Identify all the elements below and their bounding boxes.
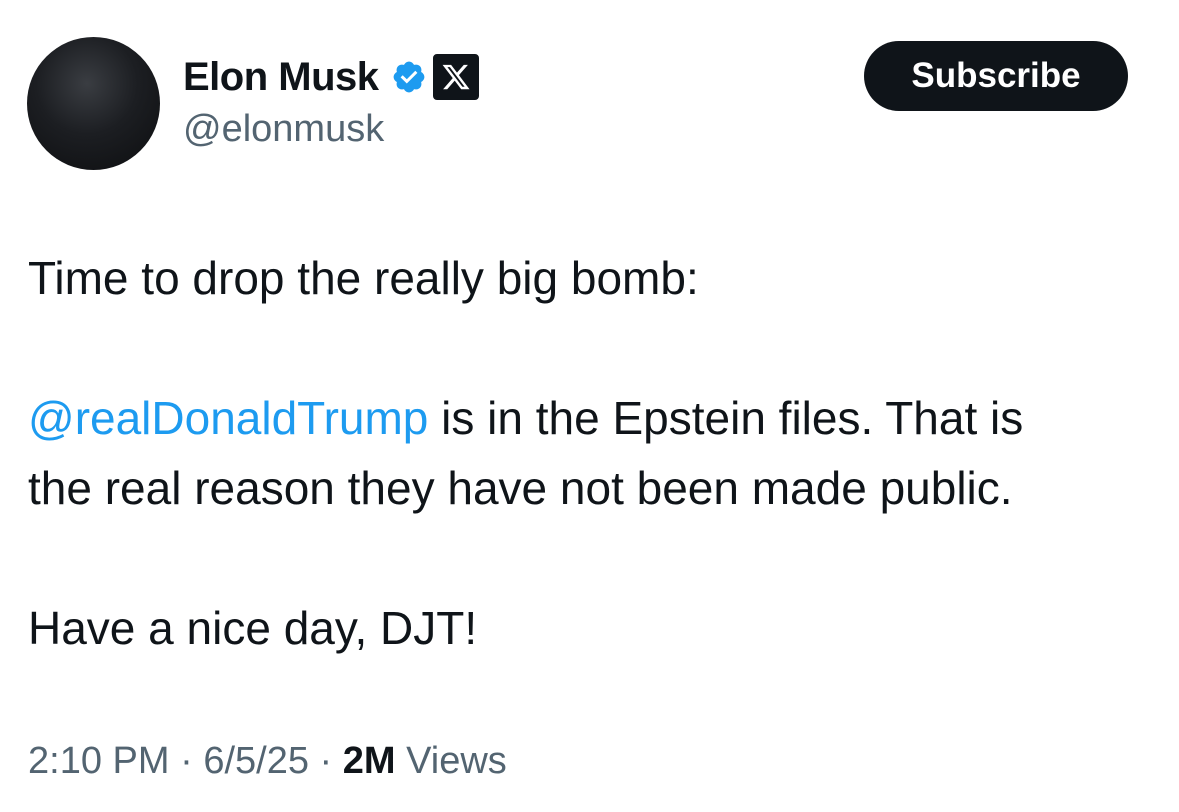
tweet-text-segment: is in the Epstein files. That is xyxy=(428,392,1024,444)
tweet: Elon Musk @elonmusk Subscribe Time to dr… xyxy=(0,0,1179,812)
display-name[interactable]: Elon Musk xyxy=(183,55,379,100)
mention-link[interactable]: @realDonaldTrump xyxy=(28,392,428,444)
verified-badge-icon[interactable] xyxy=(391,59,427,95)
tweet-time[interactable]: 2:10 PM xyxy=(28,740,170,782)
views-count[interactable]: 2M xyxy=(343,740,396,782)
tweet-text-line: Time to drop the really big bomb: xyxy=(28,252,699,304)
tweet-date[interactable]: 6/5/25 xyxy=(203,740,309,782)
tweet-text-line: the real reason they have not been made … xyxy=(28,462,1013,514)
meta-separator: · xyxy=(308,740,343,782)
author-handle[interactable]: @elonmusk xyxy=(183,108,384,151)
tweet-text-line: @realDonaldTrump is in the Epstein files… xyxy=(28,383,1023,453)
avatar[interactable] xyxy=(27,37,160,170)
tweet-text-line: Have a nice day, DJT! xyxy=(28,602,478,654)
subscribe-button[interactable]: Subscribe xyxy=(864,41,1128,111)
author-name-row: Elon Musk xyxy=(183,52,479,102)
tweet-meta: 2:10 PM · 6/5/25 · 2M Views xyxy=(28,740,507,783)
x-logo-icon[interactable] xyxy=(432,54,479,100)
meta-separator: · xyxy=(169,740,204,782)
views-label: Views xyxy=(395,740,507,782)
